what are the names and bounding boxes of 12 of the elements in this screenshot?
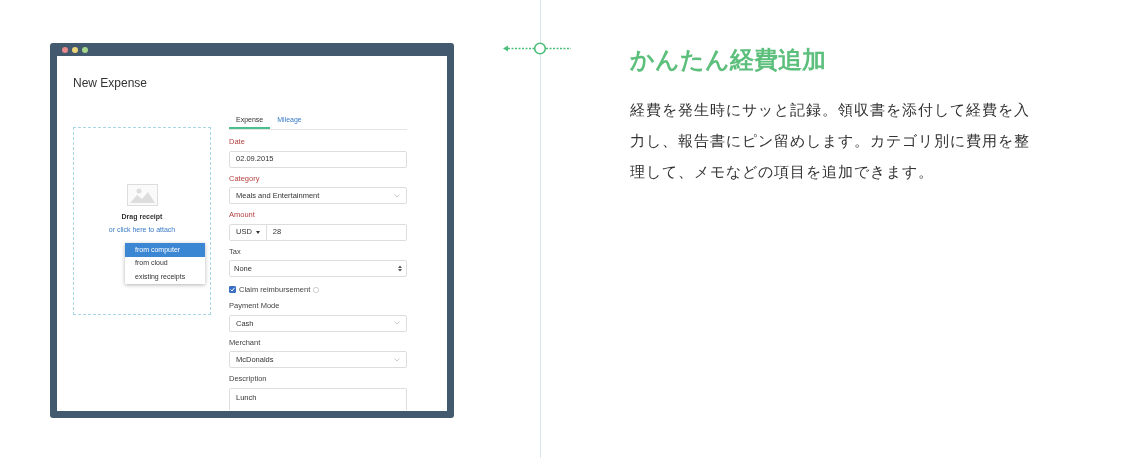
chevron-down-icon (394, 357, 400, 362)
feature-description: 経費を発生時にサッと記録。領収書を添付して経費を入力し、報告書にピン留めします。カテゴリ別に費用を整理して、メモなどの項目を追加できます。 (630, 100, 1031, 182)
help-icon (313, 286, 320, 293)
connector-drawing (503, 42, 571, 55)
chevron-down-icon (394, 321, 400, 326)
updown-icon (398, 265, 402, 272)
checkbox[interactable] (229, 286, 236, 294)
chevron-down-icon (394, 193, 400, 198)
caret-icon (255, 230, 260, 234)
window-title: New Expense (73, 75, 149, 92)
feature-title: かんたん経費追加 (630, 45, 827, 75)
image-icon (126, 184, 158, 206)
